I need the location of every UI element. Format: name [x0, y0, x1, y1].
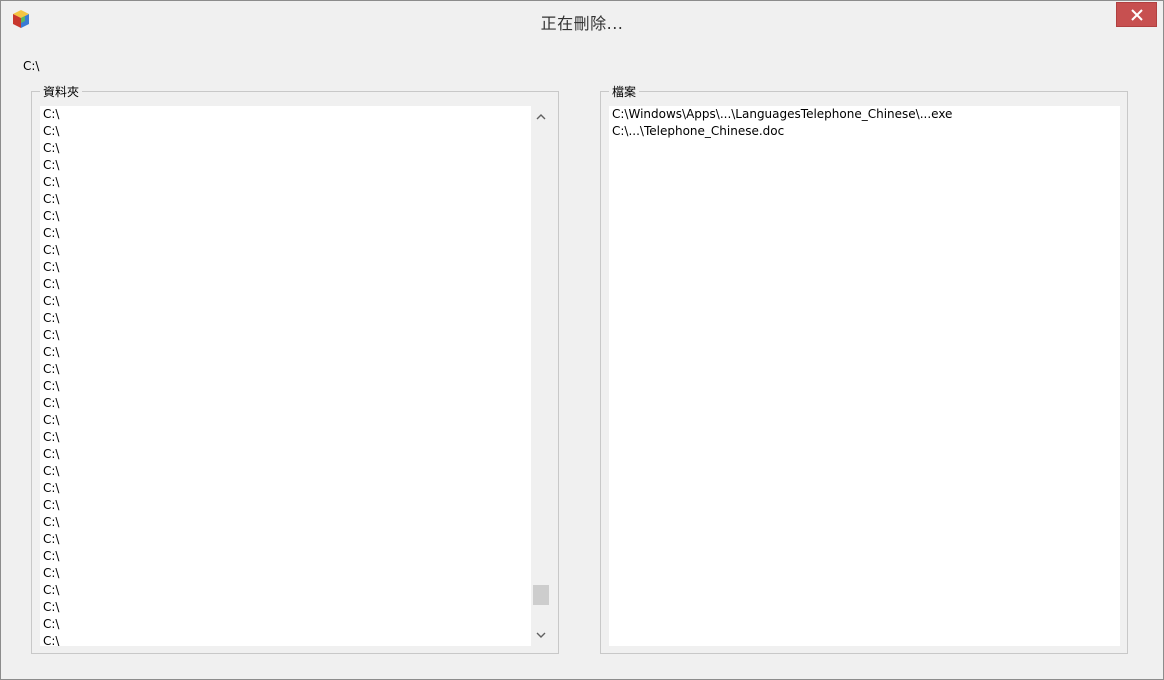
list-item[interactable]: C:\	[40, 412, 531, 429]
folders-list[interactable]: C:\ C:\ C:\ C:\ C:\ C:\ C:\ C:\ C:\ C:\ C:\ C:\ C:\ C…	[40, 106, 551, 646]
list-item[interactable]: C:\	[40, 514, 531, 531]
list-item[interactable]: C:\	[40, 191, 531, 208]
list-item[interactable]: C:\	[40, 599, 531, 616]
list-item[interactable]: C:\	[40, 378, 531, 395]
scrollbar-thumb[interactable]	[533, 584, 549, 605]
list-item[interactable]: C:\	[40, 293, 531, 310]
scroll-down-button[interactable]	[531, 626, 551, 644]
files-group-title: 檔案	[609, 83, 640, 100]
files-group: 檔案 C:\Windows\Apps\...\LanguagesTelephon…	[600, 83, 1128, 654]
list-item[interactable]: C:\	[40, 344, 531, 361]
list-item[interactable]: C:\	[40, 242, 531, 259]
list-item[interactable]: C:\	[40, 208, 531, 225]
list-item[interactable]: C:\	[40, 633, 531, 646]
list-item[interactable]: C:\	[40, 429, 531, 446]
list-item[interactable]: C:\	[40, 548, 531, 565]
folders-group-title: 資料夾	[40, 83, 83, 100]
files-list[interactable]: C:\Windows\Apps\...\LanguagesTelephone_C…	[609, 106, 1120, 646]
list-item[interactable]: C:\	[40, 361, 531, 378]
list-item[interactable]: C:\	[40, 310, 531, 327]
list-item[interactable]: C:\	[40, 463, 531, 480]
list-item[interactable]: C:\	[40, 480, 531, 497]
chevron-down-icon	[536, 632, 546, 638]
delete-progress-window: 正在刪除... C:\ 資料夾 C:\ C:\ C:\ C:\ C:\ C:\ C:\ C:\…	[0, 0, 1164, 680]
list-item[interactable]: C:\	[40, 123, 531, 140]
list-item[interactable]: C:\	[40, 446, 531, 463]
folders-scrollbar[interactable]	[531, 106, 551, 646]
list-item[interactable]: C:\	[40, 259, 531, 276]
close-icon	[1130, 8, 1143, 21]
window-title: 正在刪除...	[540, 14, 624, 33]
list-item[interactable]: C:\	[40, 497, 531, 514]
list-item[interactable]: C:\	[40, 174, 531, 191]
list-item[interactable]: C:\	[40, 582, 531, 599]
list-item[interactable]: C:\	[40, 106, 531, 123]
scroll-up-button[interactable]	[531, 108, 551, 126]
close-button[interactable]	[1116, 2, 1157, 27]
list-item[interactable]: C:\	[40, 531, 531, 548]
list-item[interactable]: C:\	[40, 157, 531, 174]
list-item[interactable]: C:\	[40, 140, 531, 157]
list-item[interactable]: C:\...\Telephone_Chinese.doc	[609, 123, 1120, 140]
list-item[interactable]: C:\	[40, 565, 531, 582]
list-item[interactable]: C:\	[40, 276, 531, 293]
folders-group: 資料夾 C:\ C:\ C:\ C:\ C:\ C:\ C:\ C:\ C:\ C:\ C:\ C:\…	[31, 83, 559, 654]
list-item[interactable]: C:\	[40, 225, 531, 242]
title-bar[interactable]: 正在刪除...	[1, 1, 1163, 37]
list-item[interactable]: C:\	[40, 395, 531, 412]
list-item[interactable]: C:\Windows\Apps\...\LanguagesTelephone_C…	[609, 106, 1120, 123]
list-item[interactable]: C:\	[40, 327, 531, 344]
chevron-up-icon	[536, 114, 546, 120]
current-path-label: C:\	[23, 59, 40, 73]
list-item[interactable]: C:\	[40, 616, 531, 633]
